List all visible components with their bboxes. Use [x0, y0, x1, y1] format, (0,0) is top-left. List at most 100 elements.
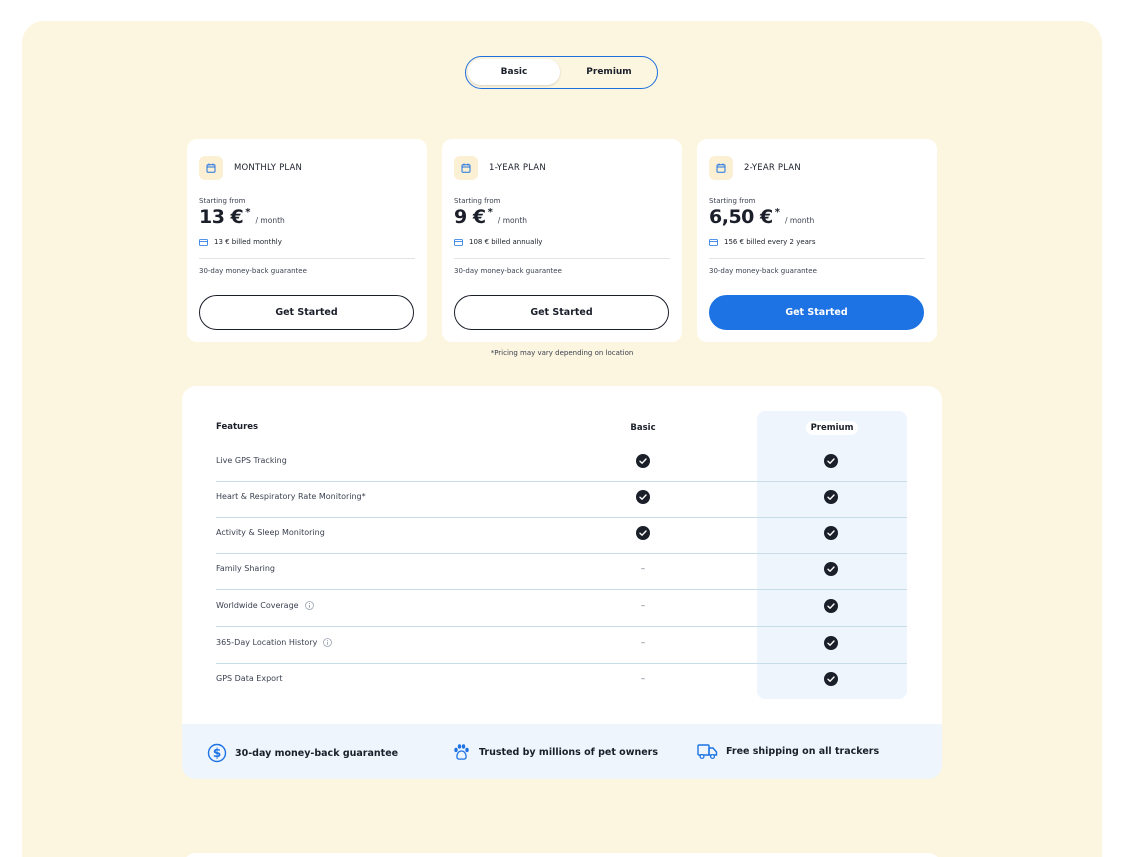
not-included-dash: –: [635, 598, 651, 614]
check-icon: [823, 489, 839, 505]
calendar-icon: [454, 156, 478, 180]
feature-name: Worldwide Coverage: [216, 601, 314, 610]
check-icon: [823, 635, 839, 651]
not-included-dash: –: [635, 671, 651, 687]
get-started-button[interactable]: Get Started: [199, 295, 414, 330]
calendar-icon: [709, 156, 733, 180]
benefit-label: Free shipping on all trackers: [726, 746, 880, 757]
dollar-circle-icon: $: [207, 743, 227, 763]
row-divider: [216, 626, 907, 627]
check-icon: [635, 525, 651, 541]
check-icon: [823, 453, 839, 469]
plan-card-2-year: 2-YEAR PLAN Starting from 6,50 € * / mon…: [697, 139, 937, 342]
check-icon: [823, 671, 839, 687]
billing-text: 13 € billed monthly: [214, 238, 282, 246]
feature-row: 365-Day Location History –: [216, 628, 907, 664]
not-included-dash: –: [635, 561, 651, 577]
guarantee-text: 30-day money-back guarantee: [709, 267, 817, 275]
basic-header: Basic: [630, 423, 656, 433]
feature-name: GPS Data Export: [216, 674, 282, 683]
check-icon: [823, 561, 839, 577]
feature-label: Live GPS Tracking: [216, 456, 287, 465]
benefit-trusted: Trusted by millions of pet owners: [452, 743, 658, 762]
benefit-label: 30-day money-back guarantee: [235, 747, 399, 759]
benefit-label: Trusted by millions of pet owners: [479, 747, 659, 758]
pricing-section: Basic Premium MONTHLY PLAN Starting from…: [22, 21, 1102, 857]
plan-card-1-year: 1-YEAR PLAN Starting from 9 € * / month …: [442, 139, 682, 342]
feature-label: Family Sharing: [216, 564, 275, 573]
price-period: / month: [784, 216, 815, 225]
starting-from-label: Starting from: [454, 197, 501, 205]
billing-card-icon: [709, 238, 718, 246]
price-asterisk: *: [774, 207, 780, 218]
plan-price: 9 €: [454, 206, 486, 228]
plan-card-monthly: MONTHLY PLAN Starting from 13 € * / mont…: [187, 139, 427, 342]
billing-text: 108 € billed annually: [469, 238, 543, 246]
feature-name: Family Sharing: [216, 564, 275, 573]
starting-from-label: Starting from: [199, 197, 246, 205]
feature-row: GPS Data Export –: [216, 664, 907, 700]
feature-row: Activity & Sleep Monitoring: [216, 518, 907, 554]
check-icon: [823, 525, 839, 541]
pricing-note: *Pricing may vary depending on location: [490, 349, 634, 357]
price-asterisk: *: [245, 207, 251, 218]
calendar-icon: [199, 156, 223, 180]
billing-card-icon: [454, 238, 463, 246]
plan-tier-toggle[interactable]: Basic Premium: [465, 56, 658, 89]
feature-name: Heart & Respiratory Rate Monitoring*: [216, 492, 366, 501]
check-icon: [635, 489, 651, 505]
toggle-premium[interactable]: Premium: [563, 59, 655, 85]
features-comparison: Features Basic Premium Live GPS Tracking…: [182, 386, 942, 779]
truck-icon: [697, 744, 718, 760]
row-divider: [216, 589, 907, 590]
dash-text: –: [640, 601, 646, 611]
feature-row: Heart & Respiratory Rate Monitoring*: [216, 482, 907, 518]
plan-name: 1-YEAR PLAN: [489, 163, 546, 173]
benefits-strip: $ 30-day money-back guarantee Trusted by…: [182, 724, 942, 779]
svg-text:$: $: [213, 746, 221, 760]
feature-name: Activity & Sleep Monitoring: [216, 528, 325, 537]
price-period: / month: [497, 216, 528, 225]
billing-card-icon: [199, 238, 208, 246]
benefit-shipping: Free shipping on all trackers: [697, 743, 879, 760]
toggle-basic[interactable]: Basic: [468, 59, 560, 85]
benefit-money-back: $ 30-day money-back guarantee: [207, 743, 398, 763]
feature-name: 365-Day Location History: [216, 638, 333, 647]
plan-name: 2-YEAR PLAN: [744, 163, 801, 173]
dash-text: –: [640, 638, 646, 648]
divider: [454, 258, 670, 259]
feature-label: Worldwide Coverage: [216, 601, 299, 610]
price-period: / month: [255, 216, 285, 225]
price-asterisk: *: [487, 207, 493, 218]
plan-price: 6,50 €: [709, 206, 773, 228]
paw-icon: [454, 744, 469, 760]
features-header: Features: [216, 422, 259, 432]
get-started-button[interactable]: Get Started: [454, 295, 669, 330]
feature-row: Family Sharing –: [216, 554, 907, 590]
premium-header: Premium: [806, 421, 858, 435]
info-icon[interactable]: [304, 601, 314, 610]
check-icon: [823, 598, 839, 614]
guarantee-text: 30-day money-back guarantee: [454, 267, 562, 275]
next-section-card: [182, 853, 942, 857]
starting-from-label: Starting from: [709, 197, 756, 205]
dash-text: –: [640, 564, 646, 574]
plan-price: 13 €: [199, 206, 244, 228]
billing-text: 156 € billed every 2 years: [724, 238, 816, 246]
feature-label: Activity & Sleep Monitoring: [216, 528, 325, 537]
divider: [709, 258, 925, 259]
not-included-dash: –: [635, 635, 651, 651]
feature-label: Heart & Respiratory Rate Monitoring*: [216, 492, 366, 501]
divider: [199, 258, 415, 259]
feature-label: GPS Data Export: [216, 674, 283, 683]
plan-name: MONTHLY PLAN: [234, 163, 303, 173]
feature-name: Live GPS Tracking: [216, 456, 287, 465]
feature-row: Worldwide Coverage –: [216, 591, 907, 627]
info-icon[interactable]: [323, 638, 333, 647]
check-icon: [635, 453, 651, 469]
feature-row: Live GPS Tracking: [216, 446, 907, 482]
get-started-button-primary[interactable]: Get Started: [709, 295, 924, 330]
dash-text: –: [640, 674, 646, 684]
guarantee-text: 30-day money-back guarantee: [199, 267, 307, 275]
feature-label: 365-Day Location History: [216, 638, 318, 647]
